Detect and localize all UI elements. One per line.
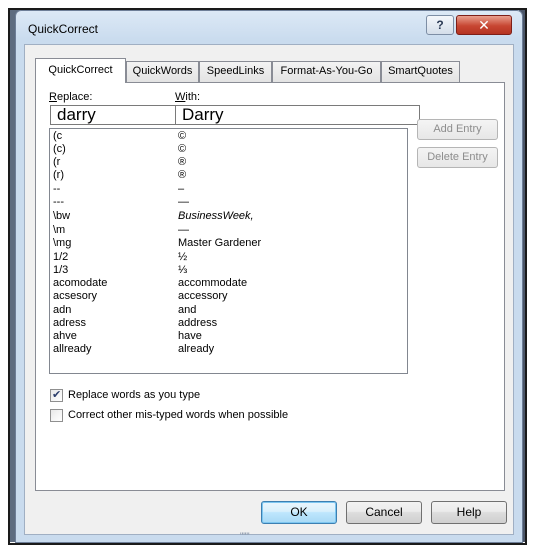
replace-as-you-type-label[interactable]: Replace words as you type [68,389,200,401]
list-item[interactable]: acsesory accessory [50,290,390,303]
replace-cell: 1/3 [53,264,69,276]
with-cell: ® [178,156,187,168]
list-item[interactable]: 1/3 ⅓ [50,264,390,277]
with-cell: © [178,143,187,155]
list-item[interactable]: (r) ® [50,169,390,182]
close-button[interactable]: ✕ [456,15,512,35]
replace-cell: (r [53,156,61,168]
with-cell: — [178,196,189,208]
list-item[interactable]: adress address [50,317,390,330]
dialog-client-area: QuickCorrect QuickWords SpeedLinks Forma… [24,44,514,535]
with-cell: address [178,317,218,329]
tab-smartquotes[interactable]: SmartQuotes [381,61,460,82]
replace-cell: \bw [53,210,71,222]
with-cell: and [178,304,197,316]
list-item[interactable]: ahve have [50,330,390,343]
with-label: With: [175,91,201,103]
entries-list[interactable]: (c © (c) © (r ® (r) ® -- – --- — \bw BusinessWe… [49,128,408,374]
with-cell: already [178,343,215,355]
with-cell: have [178,330,202,342]
list-item[interactable]: 1/2 ½ [50,251,390,264]
list-item[interactable]: (c © [50,130,390,143]
help-button[interactable]: Help [431,501,507,524]
list-item[interactable]: (r ® [50,156,390,169]
list-item[interactable]: acomodate accommodate [50,277,390,290]
with-cell: Master Gardener [178,237,262,249]
replace-cell: allready [53,343,92,355]
replace-cell: acsesory [53,290,98,302]
title-bar[interactable]: QuickCorrect ? ✕ [16,11,522,43]
replace-cell: ahve [53,330,77,342]
resize-grip[interactable]: """ [240,532,260,541]
with-cell: ® [178,169,187,181]
replace-as-you-type-checkbox[interactable] [50,388,63,402]
list-item[interactable]: (c) © [50,143,390,156]
list-item[interactable]: --- — [50,196,390,209]
replace-cell: (c) [53,143,66,155]
with-cell: — [178,224,189,236]
with-input[interactable]: Darry [175,105,420,125]
correct-mistyped-label[interactable]: Correct other mis-typed words when possi… [68,409,288,421]
tab-format-as-you-go[interactable]: Format-As-You-Go [272,61,381,82]
list-item[interactable]: \bw BusinessWeek, [50,210,390,223]
replace-cell: -- [53,183,61,195]
replace-cell: adress [53,317,87,329]
replace-cell: (c [53,130,63,142]
with-cell: – [178,183,185,195]
replace-cell: 1/2 [53,251,69,263]
ok-button[interactable]: OK [261,501,337,524]
replace-cell: adn [53,304,72,316]
replace-label: Replace: [49,91,93,103]
with-cell: ½ [178,251,188,263]
list-item[interactable]: \mg Master Gardener [50,237,390,250]
quickcorrect-dialog: QuickCorrect ? ✕ QuickCorrect QuickWords… [15,10,523,543]
help-question-button[interactable]: ? [426,15,454,35]
replace-cell: \mg [53,237,72,249]
with-cell: © [178,130,187,142]
tab-speedlinks[interactable]: SpeedLinks [199,61,272,82]
add-entry-button[interactable]: Add Entry [417,119,498,140]
tab-quickwords[interactable]: QuickWords [126,61,199,82]
delete-entry-button[interactable]: Delete Entry [417,147,498,168]
tab-quickcorrect[interactable]: QuickCorrect [35,58,126,83]
replace-cell: --- [53,196,64,208]
replace-cell: (r) [53,169,64,181]
list-item[interactable]: allready already [50,343,390,356]
replace-cell: \m [53,224,66,236]
with-cell: ⅓ [178,264,188,276]
replace-cell: acomodate [53,277,108,289]
correct-mistyped-checkbox[interactable] [50,409,63,422]
with-cell: accommodate [178,277,248,289]
with-cell: BusinessWeek, [178,210,254,222]
list-item[interactable]: adn and [50,304,390,317]
replace-input[interactable]: darry [50,105,178,125]
cancel-button[interactable]: Cancel [346,501,422,524]
list-item[interactable]: \m — [50,224,390,237]
with-cell: accessory [178,290,228,302]
list-item[interactable]: -- – [50,183,390,196]
window-title: QuickCorrect [28,22,99,36]
